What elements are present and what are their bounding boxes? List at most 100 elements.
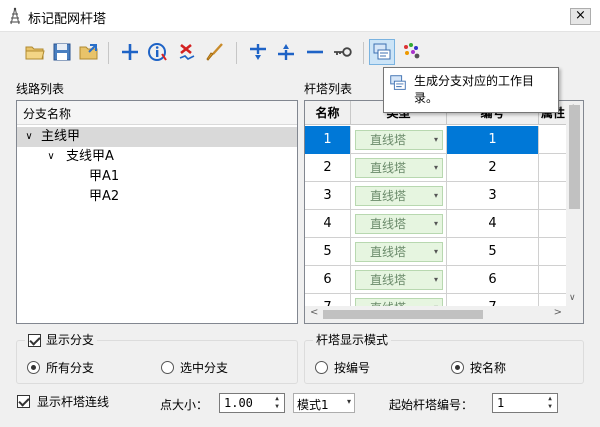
scroll-down-arrow-icon[interactable]: ∨: [569, 293, 576, 303]
mode-dropdown[interactable]: 模式1 ▾: [293, 393, 355, 413]
radio-by-number[interactable]: 按编号: [315, 359, 370, 376]
start-number-spinner[interactable]: 1 ▲ ▼: [492, 393, 558, 413]
tree-column-header: 分支名称: [17, 101, 297, 125]
chevron-down-icon[interactable]: ▾: [434, 131, 438, 149]
window-title: 标记配网杆塔: [28, 12, 107, 27]
cell-type: 直线塔 ▾: [351, 238, 447, 266]
type-combobox[interactable]: 直线塔 ▾: [355, 214, 443, 234]
cell-attribute[interactable]: [539, 266, 567, 294]
export-folder-icon[interactable]: [76, 39, 102, 65]
scroll-right-arrow-icon[interactable]: >: [554, 307, 562, 318]
tower-grid[interactable]: 名称 类型 编号 属性 1 直线塔 ▾ 1 2 直线塔 ▾ 2 3 直线塔 ▾ 3 4 直线塔 ▾ 4 5 直线塔…: [304, 100, 584, 324]
table-row[interactable]: 3 直线塔 ▾ 3: [305, 182, 567, 210]
radio-all-branches-dot[interactable]: [27, 361, 40, 374]
chevron-down-icon[interactable]: ∨: [23, 127, 35, 147]
generate-directory-icon[interactable]: [369, 39, 395, 65]
tower-mode-group: 杆塔显示模式 按编号 按名称: [304, 332, 584, 384]
vertical-scroll-thumb[interactable]: [569, 105, 580, 209]
table-row[interactable]: 6 直线塔 ▾ 6: [305, 266, 567, 294]
table-row[interactable]: 5 直线塔 ▾ 5: [305, 238, 567, 266]
table-row[interactable]: 2 直线塔 ▾ 2: [305, 154, 567, 182]
radio-by-number-dot[interactable]: [315, 361, 328, 374]
info-icon[interactable]: [145, 39, 171, 65]
tree-node-main[interactable]: ∨ 主线甲: [17, 127, 297, 147]
scroll-left-arrow-icon[interactable]: <: [310, 307, 318, 318]
tree-node-leaf[interactable]: 甲A2: [89, 187, 119, 207]
type-combobox-value: 直线塔: [370, 189, 407, 203]
chevron-down-icon[interactable]: ▾: [347, 397, 351, 406]
chevron-down-icon[interactable]: ∨: [45, 147, 57, 167]
type-combobox-value: 直线塔: [370, 245, 407, 259]
cell-number[interactable]: 2: [447, 154, 539, 182]
open-folder-icon[interactable]: [22, 39, 48, 65]
radio-all-branches[interactable]: 所有分支: [27, 359, 94, 376]
radio-selected-branch[interactable]: 选中分支: [161, 359, 228, 376]
line-tree[interactable]: 分支名称 ∨ 主线甲 ∨ 支线甲A 甲A1 甲A2: [16, 100, 298, 324]
delete-icon[interactable]: [174, 39, 200, 65]
cell-number[interactable]: 4: [447, 210, 539, 238]
branch-display-group: 显示分支 所有分支 选中分支: [16, 332, 298, 384]
spin-down-icon[interactable]: ▼: [544, 403, 556, 411]
close-button[interactable]: ×: [570, 8, 591, 25]
chevron-down-icon[interactable]: ▾: [434, 215, 438, 233]
cell-name[interactable]: 4: [305, 210, 351, 238]
type-combobox[interactable]: 直线塔 ▾: [355, 158, 443, 178]
insert-above-icon[interactable]: [273, 39, 299, 65]
color-palette-icon[interactable]: [398, 39, 424, 65]
spin-up-icon[interactable]: ▲: [271, 395, 283, 403]
cell-attribute[interactable]: [539, 154, 567, 182]
brush-icon[interactable]: [202, 39, 228, 65]
app-tower-icon: [10, 7, 20, 25]
remove-icon[interactable]: [302, 39, 328, 65]
chevron-down-icon[interactable]: ▾: [434, 187, 438, 205]
horizontal-scroll-thumb[interactable]: [323, 310, 483, 319]
radio-selected-branch-dot[interactable]: [161, 361, 174, 374]
cell-number[interactable]: 6: [447, 266, 539, 294]
tooltip: 生成分支对应的工作目录。: [383, 67, 559, 113]
spinner-arrows[interactable]: ▲ ▼: [544, 395, 556, 411]
show-lines-option[interactable]: 显示杆塔连线: [17, 393, 109, 410]
cell-number[interactable]: 5: [447, 238, 539, 266]
toolbar-separator: [236, 42, 237, 64]
cell-attribute[interactable]: [539, 238, 567, 266]
settings-key-icon[interactable]: [330, 39, 356, 65]
tree-node-branch[interactable]: ∨ 支线甲A: [17, 147, 297, 167]
start-number-label: 起始杆塔编号：: [389, 398, 474, 412]
add-icon[interactable]: [117, 39, 143, 65]
cell-name[interactable]: 1: [305, 126, 351, 154]
cell-number[interactable]: 3: [447, 182, 539, 210]
show-lines-checkbox[interactable]: [17, 395, 30, 408]
type-combobox-value: 直线塔: [370, 161, 407, 175]
show-branch-checkbox[interactable]: [28, 333, 41, 347]
vertical-scrollbar[interactable]: ∧ ∨: [566, 101, 583, 307]
cell-name[interactable]: 6: [305, 266, 351, 294]
type-combobox[interactable]: 直线塔 ▾: [355, 130, 443, 150]
spinner-arrows[interactable]: ▲ ▼: [271, 395, 283, 411]
horizontal-scrollbar[interactable]: < >: [305, 306, 567, 323]
tree-node-leaf[interactable]: 甲A1: [89, 167, 119, 187]
type-combobox[interactable]: 直线塔 ▾: [355, 270, 443, 290]
table-row[interactable]: 1 直线塔 ▾ 1: [305, 126, 567, 154]
type-combobox[interactable]: 直线塔 ▾: [355, 242, 443, 262]
tree-node-label: 支线甲A: [66, 149, 114, 164]
cell-attribute[interactable]: [539, 126, 567, 154]
point-size-spinner[interactable]: 1.00 ▲ ▼: [219, 393, 285, 413]
radio-by-name-dot[interactable]: [451, 361, 464, 374]
chevron-down-icon[interactable]: ▾: [434, 159, 438, 177]
table-row[interactable]: 4 直线塔 ▾ 4: [305, 210, 567, 238]
spin-down-icon[interactable]: ▼: [271, 403, 283, 411]
cell-name[interactable]: 3: [305, 182, 351, 210]
cell-name[interactable]: 2: [305, 154, 351, 182]
cell-attribute[interactable]: [539, 210, 567, 238]
cell-number[interactable]: 1: [447, 126, 539, 154]
chevron-down-icon[interactable]: ▾: [434, 271, 438, 289]
radio-by-name[interactable]: 按名称: [451, 359, 506, 376]
spin-up-icon[interactable]: ▲: [544, 395, 556, 403]
cell-attribute[interactable]: [539, 182, 567, 210]
insert-below-icon[interactable]: [245, 39, 271, 65]
cell-name[interactable]: 5: [305, 238, 351, 266]
type-combobox[interactable]: 直线塔 ▾: [355, 186, 443, 206]
save-icon[interactable]: [49, 39, 75, 65]
column-header-name[interactable]: 名称: [305, 101, 351, 125]
chevron-down-icon[interactable]: ▾: [434, 243, 438, 261]
